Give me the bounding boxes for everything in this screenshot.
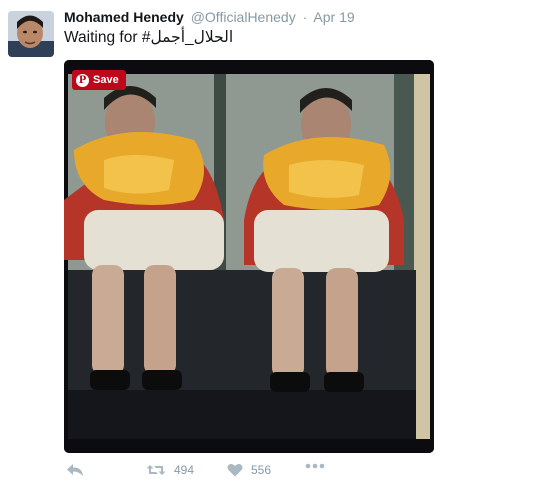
tweet: Mohamed Henedy @OfficialHenedy · Apr 19 … — [0, 0, 543, 492]
hashtag-link[interactable]: الحلال_أجمل# — [142, 29, 233, 46]
photo — [64, 60, 434, 453]
avatar[interactable] — [8, 11, 54, 57]
retweet-button[interactable]: 494 — [146, 463, 194, 477]
tweet-header: Mohamed Henedy @OfficialHenedy · Apr 19 — [64, 9, 355, 25]
heart-icon — [227, 463, 243, 477]
tweet-text-prefix: Waiting for — [64, 29, 138, 46]
tweet-text: Waiting for الحلال_أجمل# — [64, 28, 233, 47]
retweet-icon — [146, 465, 166, 475]
more-button[interactable] — [305, 463, 325, 469]
author-handle[interactable]: @OfficialHenedy — [191, 9, 296, 25]
like-count: 556 — [251, 463, 272, 477]
author-name[interactable]: Mohamed Henedy — [64, 9, 184, 25]
save-label: Save — [93, 74, 119, 86]
tweet-actions: 494 556 — [64, 463, 364, 485]
like-button[interactable]: 556 — [227, 463, 271, 477]
reply-button[interactable] — [66, 463, 84, 477]
avatar-image — [8, 11, 54, 57]
reply-icon — [67, 464, 83, 476]
pinterest-save-button[interactable]: P Save — [72, 70, 126, 90]
tweet-media[interactable]: P Save — [64, 60, 434, 453]
header-separator: · — [302, 9, 308, 25]
pinterest-icon: P — [76, 73, 89, 87]
retweet-count: 494 — [174, 463, 195, 477]
more-icon — [305, 463, 325, 469]
timestamp[interactable]: Apr 19 — [313, 9, 354, 25]
